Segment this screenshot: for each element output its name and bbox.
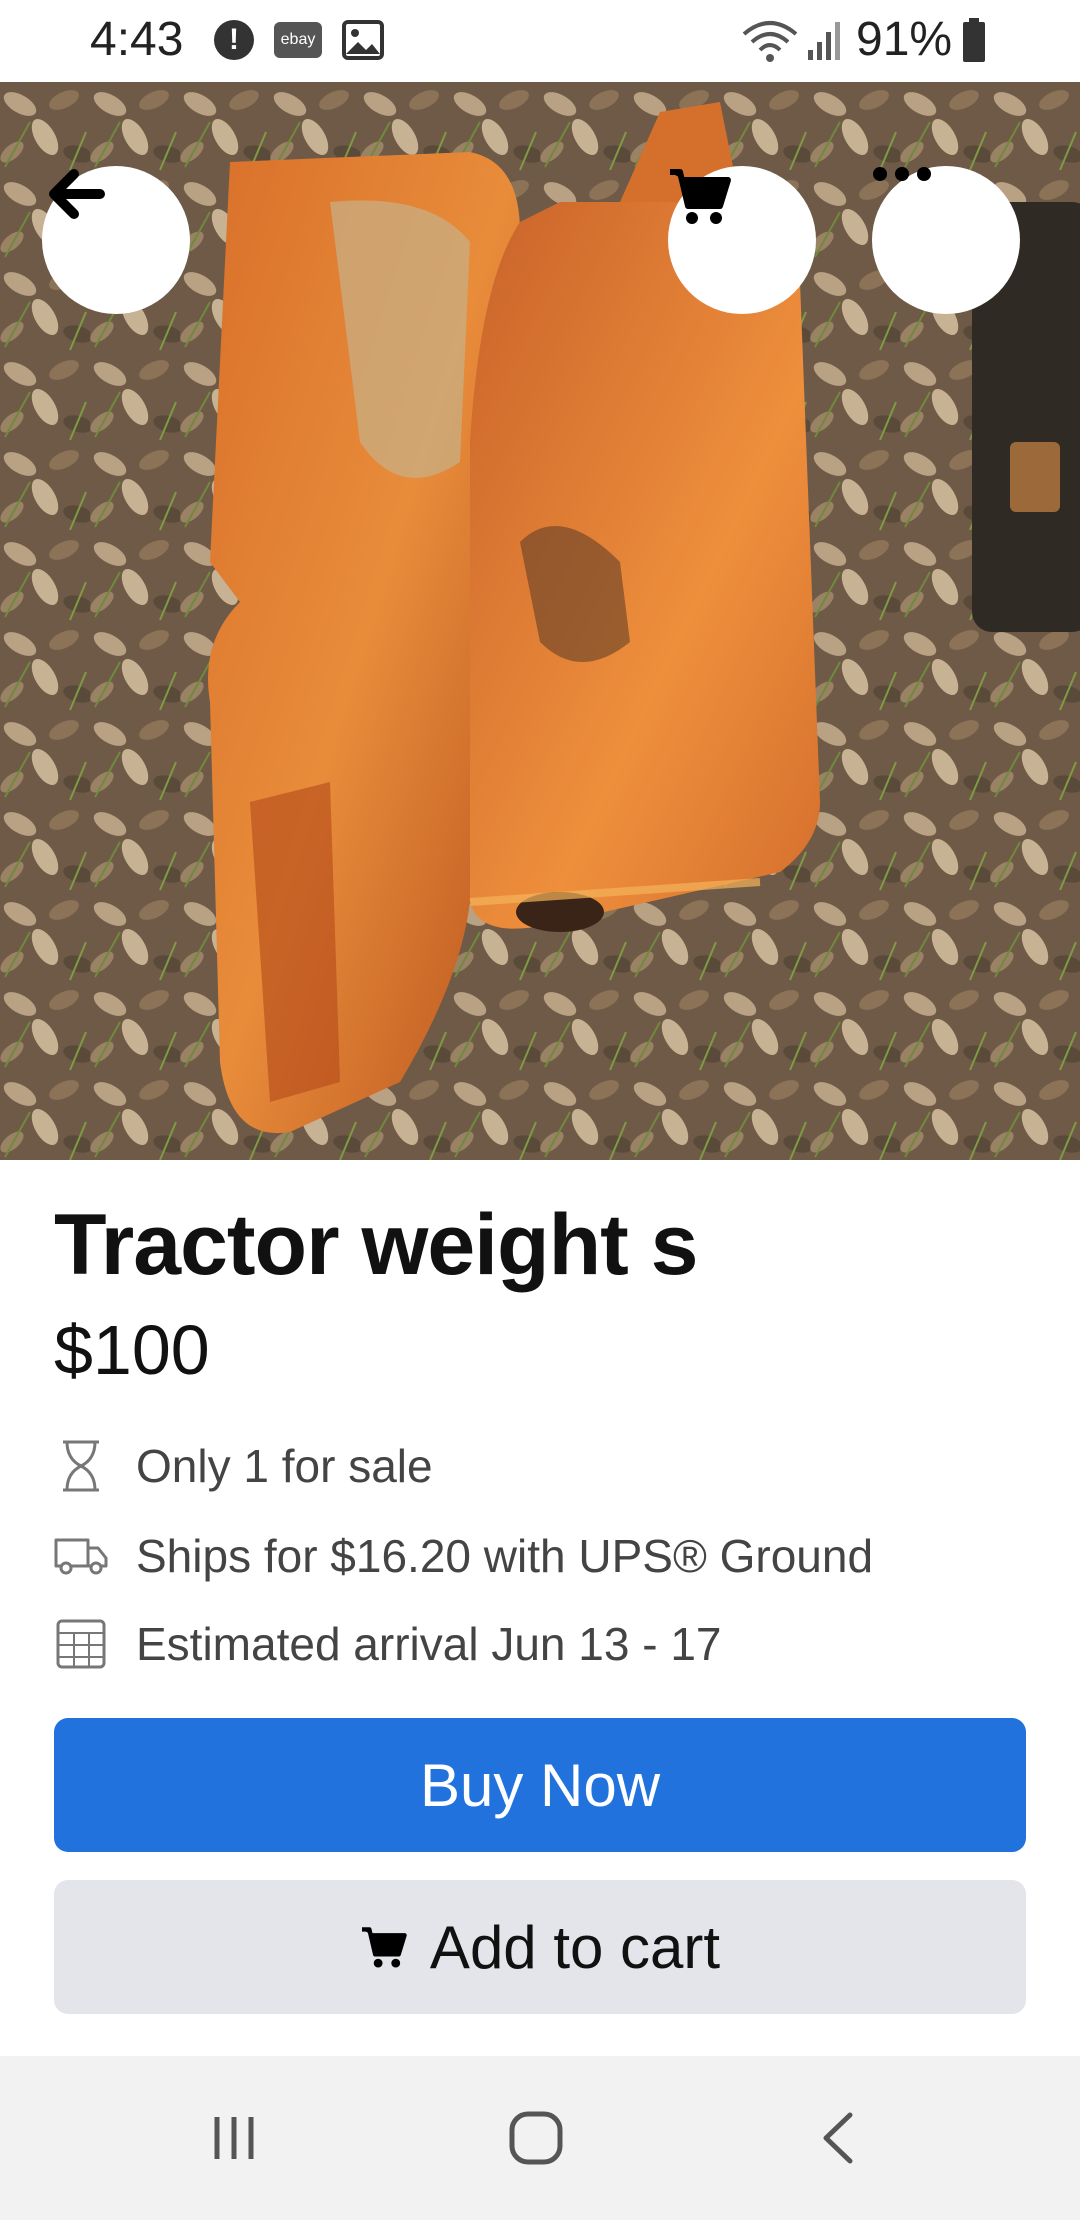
more-options-button[interactable] bbox=[872, 166, 1020, 314]
wifi-icon bbox=[742, 21, 798, 62]
ebay-app-icon: ebay bbox=[274, 22, 322, 58]
cart-button[interactable] bbox=[668, 166, 816, 314]
shipping-row: Ships for $16.20 with UPS® Ground bbox=[54, 1526, 873, 1586]
more-horizontal-icon bbox=[873, 167, 931, 181]
back-button[interactable] bbox=[42, 166, 190, 314]
arrival-row: Estimated arrival Jun 13 - 17 bbox=[54, 1614, 722, 1674]
signal-icon bbox=[808, 22, 840, 60]
home-icon bbox=[509, 2111, 563, 2165]
add-to-cart-button[interactable]: Add to cart bbox=[54, 1880, 1026, 2014]
chevron-left-icon bbox=[823, 2112, 853, 2164]
gallery-icon bbox=[342, 20, 384, 60]
arrow-left-icon bbox=[49, 169, 105, 219]
shopping-cart-icon bbox=[670, 169, 731, 224]
buy-now-button[interactable]: Buy Now bbox=[54, 1718, 1026, 1852]
status-time: 4:43 bbox=[90, 13, 184, 66]
add-to-cart-label: Add to cart bbox=[429, 1913, 721, 1981]
system-back-button[interactable] bbox=[778, 2086, 898, 2190]
shipping-text: Ships for $16.20 with UPS® Ground bbox=[136, 1530, 874, 1582]
recent-apps-icon bbox=[214, 2117, 254, 2159]
product-price: $100 bbox=[54, 1311, 210, 1389]
listing-page: 4:43 ! ebay 91% Tractor weight s $100 On… bbox=[0, 0, 1080, 2220]
product-image-carousel[interactable] bbox=[0, 82, 1080, 1160]
system-nav-bar bbox=[0, 2056, 1080, 2220]
status-bar: 4:43 ! ebay 91% bbox=[0, 0, 1080, 82]
battery-percent: 91% bbox=[856, 13, 953, 66]
battery-icon bbox=[963, 18, 985, 62]
hourglass-icon bbox=[63, 1440, 99, 1492]
availability-row: Only 1 for sale bbox=[54, 1436, 433, 1496]
arrival-text: Estimated arrival Jun 13 - 17 bbox=[136, 1618, 722, 1670]
product-title: Tractor weight s bbox=[54, 1197, 698, 1293]
availability-text: Only 1 for sale bbox=[136, 1440, 433, 1492]
buy-now-label: Buy Now bbox=[419, 1751, 661, 1819]
calendar-icon bbox=[56, 1619, 106, 1669]
shopping-cart-icon bbox=[361, 1927, 407, 1968]
home-button[interactable] bbox=[476, 2086, 596, 2190]
delivery-truck-icon bbox=[54, 1538, 108, 1575]
alert-icon: ! bbox=[214, 20, 254, 60]
recent-apps-button[interactable] bbox=[174, 2086, 294, 2190]
